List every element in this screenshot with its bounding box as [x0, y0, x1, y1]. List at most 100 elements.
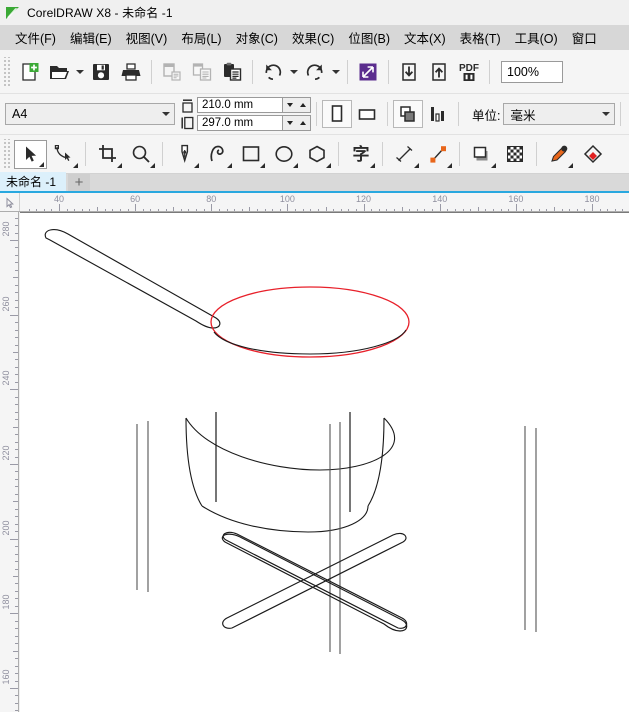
import-export-button[interactable]	[353, 57, 383, 87]
tool-freehand[interactable]	[168, 140, 201, 169]
vertical-ruler[interactable]: 280 260 240 220 200 180 160	[0, 212, 19, 712]
menu-layout[interactable]: 布局(L)	[174, 25, 228, 50]
save-document-button[interactable]	[86, 57, 116, 87]
menu-effects[interactable]: 效果(C)	[285, 25, 341, 50]
menu-text[interactable]: 文本(X)	[397, 25, 453, 50]
landscape-orientation-button[interactable]	[352, 100, 382, 128]
spin-down-icon[interactable]	[286, 103, 293, 107]
chevron-down-icon[interactable]	[157, 104, 174, 124]
flyout-arrow-icon[interactable]	[370, 162, 375, 168]
menu-object[interactable]: 对象(C)	[229, 25, 285, 50]
flyout-arrow-icon[interactable]	[39, 161, 44, 167]
straight-line-connector-tool-icon	[429, 146, 446, 163]
tool-color-eyedropper[interactable]	[542, 140, 575, 169]
flyout-arrow-icon[interactable]	[293, 162, 298, 168]
menu-file[interactable]: 文件(F)	[8, 25, 63, 50]
tool-shape[interactable]	[47, 140, 80, 169]
tool-ellipse[interactable]	[267, 140, 300, 169]
flyout-arrow-icon[interactable]	[150, 162, 155, 168]
ruler-minor-tick	[15, 553, 18, 555]
print-button[interactable]	[116, 57, 146, 87]
propertybar-separator	[316, 102, 317, 126]
page-width-row: 210.0 mm	[197, 97, 311, 113]
tool-connector[interactable]	[421, 140, 454, 169]
zoom-level-input[interactable]: 100%	[501, 60, 563, 83]
portrait-orientation-button[interactable]	[322, 100, 352, 128]
flyout-arrow-icon[interactable]	[260, 162, 265, 168]
drawing-canvas[interactable]: DRUM	[20, 212, 629, 712]
flyout-arrow-icon[interactable]	[568, 162, 573, 168]
tool-crop[interactable]	[91, 140, 124, 169]
tool-dimension[interactable]	[388, 140, 421, 169]
menu-tools[interactable]: 工具(O)	[508, 25, 565, 50]
tool-artistic-media[interactable]	[201, 140, 234, 169]
ruler-minor-tick	[15, 598, 18, 600]
export-button[interactable]	[424, 57, 454, 87]
spin-up-icon[interactable]	[300, 103, 307, 107]
ruler-minor-tick	[15, 561, 18, 563]
ruler-minor-tick	[15, 471, 18, 473]
unit-combo[interactable]: 毫米	[503, 103, 616, 125]
chevron-down-icon[interactable]	[597, 104, 614, 124]
apply-all-pages-button[interactable]	[393, 100, 423, 128]
unit-value: 毫米	[510, 108, 536, 123]
tool-polygon[interactable]	[300, 140, 333, 169]
tool-fill[interactable]	[575, 140, 608, 169]
add-page-button[interactable]: +	[68, 174, 91, 191]
tool-text[interactable]: 字	[344, 140, 377, 169]
ruler-label: 40	[53, 194, 65, 204]
menu-window[interactable]: 窗口	[565, 25, 604, 50]
ruler-minor-tick	[15, 702, 18, 704]
flyout-arrow-icon[interactable]	[194, 162, 199, 168]
flyout-arrow-icon[interactable]	[73, 162, 78, 168]
open-document-button[interactable]	[44, 57, 74, 87]
undo-dropdown[interactable]	[288, 57, 300, 87]
page-size-combo[interactable]: A4	[5, 103, 175, 125]
import-button[interactable]	[394, 57, 424, 87]
copy-button[interactable]	[187, 57, 217, 87]
tool-transparency[interactable]	[498, 140, 531, 169]
toolbox-separator	[536, 142, 537, 166]
new-document-button[interactable]	[14, 57, 44, 87]
menu-bitmap[interactable]: 位图(B)	[341, 25, 397, 50]
drum-artwork[interactable]	[20, 212, 629, 712]
ruler-origin-icon[interactable]	[0, 193, 20, 211]
page-height-input[interactable]: 297.0 mm	[197, 115, 283, 131]
menu-edit[interactable]: 编辑(E)	[63, 25, 119, 50]
tool-rectangle[interactable]	[234, 140, 267, 169]
portrait-icon	[331, 105, 343, 122]
flyout-arrow-icon[interactable]	[117, 162, 122, 168]
publish-pdf-button[interactable]: PDF	[454, 57, 484, 87]
flyout-arrow-icon[interactable]	[447, 162, 452, 168]
page-height-spin-buttons[interactable]	[283, 115, 311, 131]
flyout-arrow-icon[interactable]	[414, 162, 419, 168]
apply-current-page-button[interactable]	[423, 100, 453, 128]
cut-button[interactable]	[157, 57, 187, 87]
undo-button[interactable]	[258, 57, 288, 87]
flyout-arrow-icon[interactable]	[227, 162, 232, 168]
redo-button[interactable]	[300, 57, 330, 87]
page-width-spin-buttons[interactable]	[283, 97, 311, 113]
menu-table[interactable]: 表格(T)	[453, 25, 508, 50]
tool-pick[interactable]	[14, 139, 47, 169]
page-width-input[interactable]: 210.0 mm	[197, 97, 283, 113]
ruler-major-tick	[10, 240, 18, 241]
paste-button[interactable]	[217, 57, 247, 87]
polygon-tool-icon	[308, 145, 325, 163]
document-tab[interactable]: 未命名 -1	[0, 172, 67, 191]
redo-dropdown[interactable]	[330, 57, 342, 87]
ruler-minor-tick	[15, 232, 18, 234]
spin-down-icon[interactable]	[286, 121, 293, 125]
toolbox-drag-grip[interactable]	[2, 139, 11, 169]
toolbar-drag-grip[interactable]	[2, 56, 11, 87]
flyout-arrow-icon[interactable]	[326, 162, 331, 168]
menu-view[interactable]: 视图(V)	[119, 25, 175, 50]
open-document-dropdown[interactable]	[74, 57, 86, 87]
horizontal-ruler[interactable]: 40 60 80 100 120 140 160 180	[0, 193, 629, 212]
zoom-magnifier-tool-icon	[132, 145, 150, 163]
flyout-arrow-icon[interactable]	[491, 162, 496, 168]
spin-up-icon[interactable]	[300, 121, 307, 125]
tool-zoom[interactable]	[124, 140, 157, 169]
tool-shadow[interactable]	[465, 140, 498, 169]
ruler-minor-tick	[13, 352, 18, 353]
